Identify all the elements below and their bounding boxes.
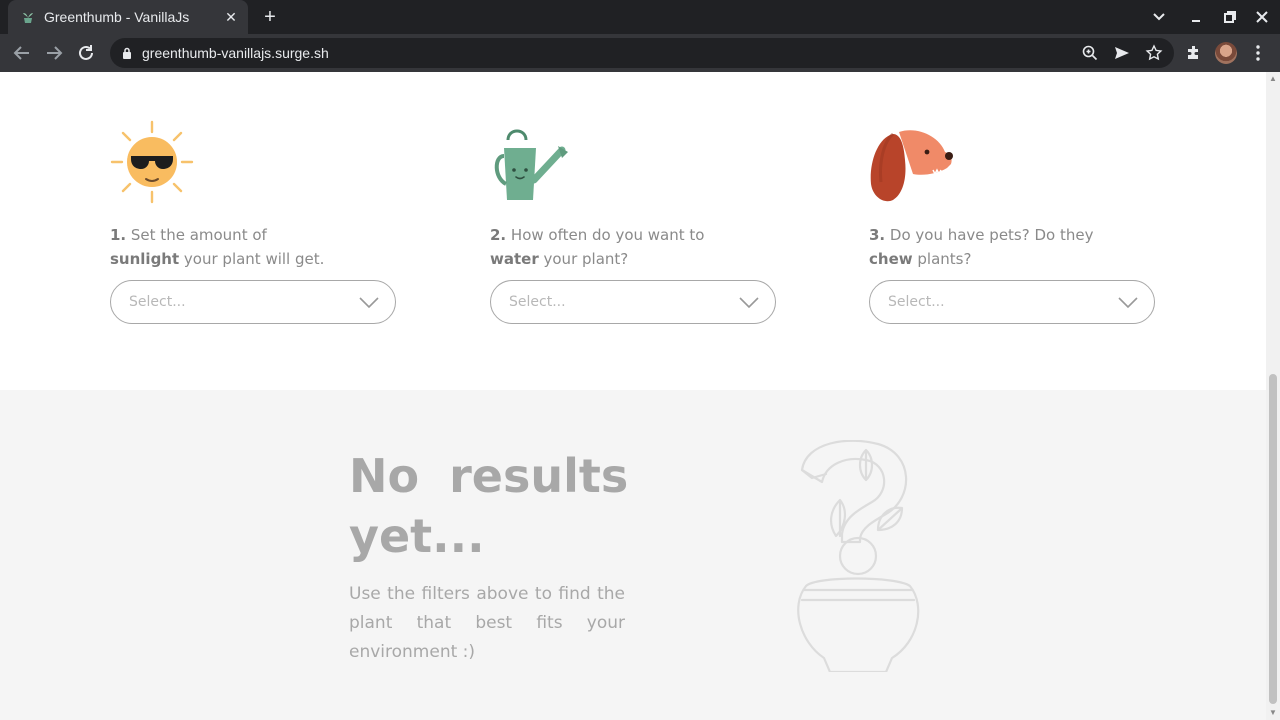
filter-water-label: 2. How often do you want to water your p…	[490, 226, 705, 268]
filters-section: 1. Set the amount of sunlight your plant…	[0, 72, 1266, 390]
filter-pets-label: 3. Do you have pets? Do they chew plants…	[869, 226, 1094, 268]
chevron-down-icon	[359, 297, 379, 309]
back-icon[interactable]	[10, 41, 34, 65]
select-placeholder: Select...	[509, 294, 566, 310]
star-icon[interactable]	[1144, 43, 1164, 63]
no-results-title: No results yet...	[349, 449, 629, 563]
filter-sunlight: 1. Set the amount of sunlight your plant…	[110, 120, 400, 324]
results-section: No results yet... Use the filters above …	[0, 390, 1266, 720]
tab-bar: Greenthumb - VanillaJs ✕ +	[0, 0, 1280, 34]
dog-icon	[870, 130, 953, 202]
extensions-icon[interactable]	[1184, 43, 1204, 63]
chevron-down-icon	[1118, 297, 1138, 309]
browser-tab[interactable]: Greenthumb - VanillaJs ✕	[8, 0, 248, 34]
close-icon[interactable]: ✕	[221, 7, 241, 27]
filter-water: 2. How often do you want to water your p…	[490, 120, 780, 324]
plant-favicon-icon	[23, 13, 33, 23]
water-select[interactable]: Select...	[490, 280, 776, 324]
select-placeholder: Select...	[888, 294, 945, 310]
chevron-down-icon	[739, 297, 759, 309]
chevron-down-icon[interactable]	[1147, 6, 1171, 28]
select-placeholder: Select...	[129, 294, 186, 310]
no-results-text: Use the filters above to find the plant …	[349, 584, 625, 662]
filter-sunlight-label: 1. Set the amount of sunlight your plant…	[110, 226, 325, 268]
sun-sunglasses-icon	[110, 120, 194, 204]
scrollbar[interactable]: ▲ ▼	[1266, 72, 1280, 720]
address-bar[interactable]: greenthumb-vanillajs.surge.sh	[110, 38, 1174, 68]
watering-can-icon	[494, 129, 568, 200]
minimize-icon[interactable]	[1184, 6, 1208, 28]
send-icon[interactable]	[1112, 43, 1132, 63]
url-text[interactable]: greenthumb-vanillajs.surge.sh	[142, 45, 329, 61]
scroll-up-icon[interactable]: ▲	[1269, 75, 1277, 83]
more-icon[interactable]	[1248, 43, 1268, 63]
forward-icon[interactable]	[42, 41, 66, 65]
browser-toolbar: greenthumb-vanillajs.surge.sh	[0, 34, 1280, 72]
scrollbar-thumb[interactable]	[1269, 374, 1277, 704]
pets-select[interactable]: Select...	[869, 280, 1155, 324]
sunlight-select[interactable]: Select...	[110, 280, 396, 324]
filter-pets: 3. Do you have pets? Do they chew plants…	[869, 120, 1159, 324]
window-close-icon[interactable]	[1250, 6, 1274, 28]
reload-icon[interactable]	[74, 41, 98, 65]
tab-title: Greenthumb - VanillaJs	[44, 9, 190, 25]
page-viewport: 1. Set the amount of sunlight your plant…	[0, 72, 1266, 720]
lock-icon[interactable]	[122, 47, 132, 59]
restore-icon[interactable]	[1217, 6, 1241, 28]
plus-icon[interactable]: +	[258, 6, 282, 30]
scroll-down-icon[interactable]: ▼	[1269, 709, 1277, 717]
question-plant-pot-icon	[797, 440, 920, 672]
zoom-icon[interactable]	[1080, 43, 1100, 63]
avatar[interactable]	[1215, 42, 1237, 64]
